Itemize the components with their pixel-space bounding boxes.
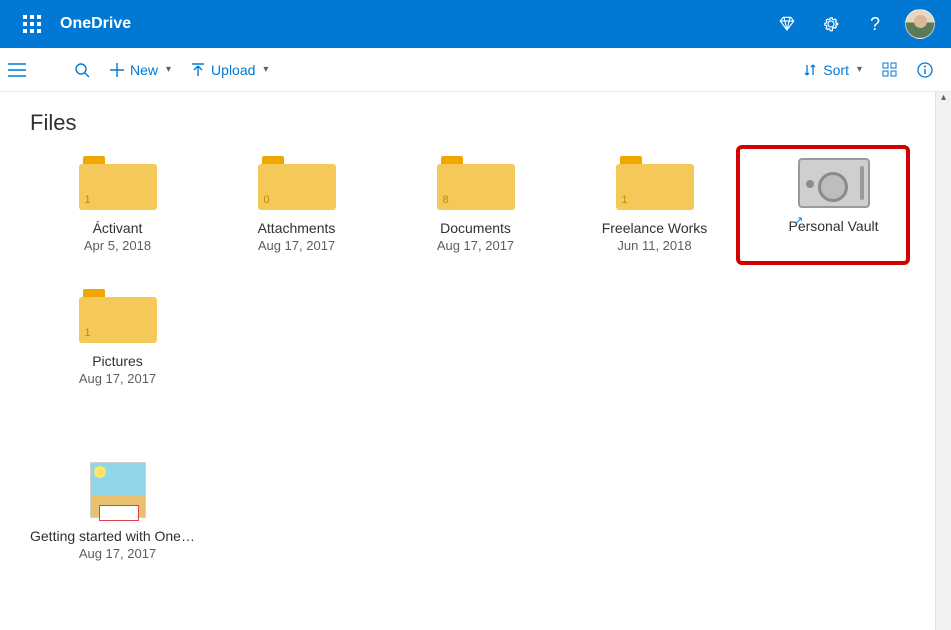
- item-name: Freelance Works: [567, 220, 742, 236]
- sort-label: Sort: [823, 62, 849, 78]
- item-name: Attachments: [209, 220, 384, 236]
- item-name: Documents: [388, 220, 563, 236]
- item-date: Apr 5, 2018: [30, 238, 205, 253]
- item-name: Personal Vault: [746, 218, 921, 234]
- file-grid: 1 Áctivant Apr 5, 2018 0 Attachments Aug…: [30, 156, 921, 561]
- info-icon: [917, 62, 933, 78]
- app-launcher-button[interactable]: [8, 0, 56, 48]
- folder-icon: 8: [437, 156, 515, 210]
- file-thumbnail: [90, 462, 146, 518]
- chevron-down-icon: ▾: [166, 64, 171, 75]
- chevron-down-icon: ▾: [263, 64, 268, 75]
- settings-button[interactable]: [809, 0, 853, 48]
- folder-item[interactable]: 0 Attachments Aug 17, 2017: [209, 156, 384, 253]
- hamburger-icon: [8, 63, 26, 77]
- folder-icon: 1: [616, 156, 694, 210]
- scroll-up-button[interactable]: ▴: [936, 92, 951, 108]
- new-button[interactable]: New ▾: [100, 48, 181, 91]
- upload-icon: [191, 63, 205, 77]
- help-button[interactable]: ?: [853, 0, 897, 48]
- app-header: OneDrive ?: [0, 0, 951, 48]
- item-date: Aug 17, 2017: [30, 546, 205, 561]
- vault-icon: [798, 158, 870, 208]
- search-button[interactable]: [64, 48, 100, 91]
- folder-item[interactable]: 8 Documents Aug 17, 2017: [388, 156, 563, 253]
- help-icon: ?: [870, 14, 880, 35]
- premium-button[interactable]: [765, 0, 809, 48]
- item-name: Áctivant: [30, 220, 205, 236]
- item-name: Pictures: [30, 353, 205, 369]
- info-button[interactable]: [907, 48, 943, 91]
- folder-icon: 1: [79, 156, 157, 210]
- chevron-down-icon: ▾: [857, 64, 862, 75]
- view-button[interactable]: [872, 48, 907, 91]
- upload-label: Upload: [211, 62, 255, 78]
- plus-icon: [110, 63, 124, 77]
- page-title: Files: [30, 110, 921, 136]
- item-date: Aug 17, 2017: [30, 371, 205, 386]
- item-date: Jun 11, 2018: [567, 238, 742, 253]
- personal-vault-item[interactable]: ↗ Personal Vault: [746, 156, 921, 253]
- content-area: Files 1 Áctivant Apr 5, 2018 0 Attachmen…: [0, 92, 951, 630]
- command-bar: New ▾ Upload ▾ Sort ▾: [0, 48, 951, 92]
- folder-icon: 0: [258, 156, 336, 210]
- item-date: Aug 17, 2017: [388, 238, 563, 253]
- folder-item[interactable]: 1 Pictures Aug 17, 2017: [30, 289, 205, 386]
- vertical-scrollbar[interactable]: ▴: [935, 92, 951, 630]
- sort-button[interactable]: Sort ▾: [793, 48, 872, 91]
- new-label: New: [130, 62, 158, 78]
- search-icon: [74, 62, 90, 78]
- folder-item[interactable]: 1 Áctivant Apr 5, 2018: [30, 156, 205, 253]
- diamond-icon: [778, 15, 796, 33]
- nav-toggle-button[interactable]: [8, 63, 40, 77]
- item-name: Getting started with OneD…: [30, 528, 205, 544]
- waffle-icon: [23, 15, 41, 33]
- sort-icon: [803, 63, 817, 77]
- folder-item[interactable]: 1 Freelance Works Jun 11, 2018: [567, 156, 742, 253]
- folder-icon: 1: [79, 289, 157, 343]
- gear-icon: [822, 15, 840, 33]
- brand-label[interactable]: OneDrive: [60, 15, 131, 33]
- file-item[interactable]: Getting started with OneD… Aug 17, 2017: [30, 462, 205, 561]
- item-date: Aug 17, 2017: [209, 238, 384, 253]
- grid-view-icon: [882, 62, 897, 77]
- account-avatar[interactable]: [905, 9, 935, 39]
- shortcut-icon: ↗: [794, 214, 803, 227]
- upload-button[interactable]: Upload ▾: [181, 48, 278, 91]
